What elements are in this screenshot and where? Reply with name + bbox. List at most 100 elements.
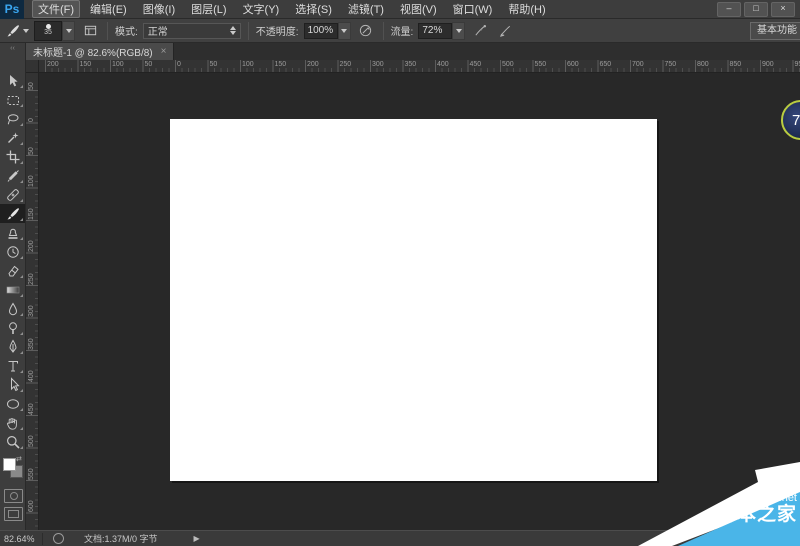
flow-dropdown-button[interactable] — [452, 22, 465, 40]
canvas[interactable] — [170, 119, 657, 481]
clone-stamp-tool-icon — [5, 225, 21, 241]
brush-panel-toggle-icon — [83, 23, 98, 38]
h-ruler-label: 100 — [112, 61, 124, 68]
hand-tool[interactable] — [0, 413, 25, 432]
blur-tool[interactable] — [0, 299, 25, 318]
h-ruler-label: 550 — [535, 61, 547, 68]
h-ruler-label: 650 — [600, 61, 612, 68]
pen-tool-icon — [5, 339, 21, 355]
move-tool[interactable] — [0, 71, 25, 90]
crop-tool[interactable] — [0, 147, 25, 166]
screen-mode-button[interactable] — [4, 507, 23, 521]
flow-field[interactable]: 72% — [418, 22, 465, 40]
opacity-field[interactable]: 100% — [304, 22, 351, 40]
brush-preset-dropdown-button[interactable] — [62, 21, 75, 41]
lasso-tool[interactable] — [0, 109, 25, 128]
opacity-value[interactable]: 100% — [304, 23, 338, 39]
marquee-tool-icon — [5, 92, 21, 108]
tools-panel-collapse-icon[interactable]: ‹‹ — [0, 43, 25, 55]
brush-panel-toggle-button[interactable] — [80, 22, 100, 40]
menu-item-5[interactable]: 选择(S) — [289, 0, 338, 18]
brush-pressure-button[interactable] — [495, 22, 515, 40]
updown-arrows-icon — [230, 26, 236, 35]
maximize-button[interactable]: □ — [744, 2, 768, 17]
pen-pressure-icon — [498, 23, 513, 38]
status-expand-icon[interactable]: ▶ — [194, 534, 200, 543]
marquee-tool[interactable] — [0, 90, 25, 109]
divider — [383, 22, 384, 40]
mode-label: 模式: — [115, 23, 138, 38]
minimize-button[interactable]: – — [717, 2, 741, 17]
h-ruler-label: 900 — [762, 61, 774, 68]
workspace-switcher-button[interactable]: 基本功能 — [750, 22, 800, 40]
airbrush-icon — [473, 23, 488, 38]
hand-tool-icon — [5, 415, 21, 431]
menu-item-4[interactable]: 文字(Y) — [237, 0, 286, 18]
ruler-corner[interactable] — [26, 60, 39, 73]
chevron-down-icon — [66, 29, 72, 33]
move-tool-icon — [5, 73, 21, 89]
vertical-ruler[interactable]: 1005005010015020025030035040045050055060… — [26, 73, 39, 530]
pen-tool[interactable] — [0, 337, 25, 356]
healing-brush-tool-icon — [5, 187, 21, 203]
h-ruler-label: 800 — [697, 61, 709, 68]
menu-item-7[interactable]: 视图(V) — [394, 0, 443, 18]
menu-item-1[interactable]: 编辑(E) — [84, 0, 133, 18]
menu-items: 文件(F)编辑(E)图像(I)图层(L) 文字(Y)选择(S)滤镜(T)视图(V)… — [30, 0, 554, 18]
path-selection-tool[interactable] — [0, 375, 25, 394]
blur-tool-icon — [5, 301, 21, 317]
menu-item-8[interactable]: 窗口(W) — [447, 0, 499, 18]
h-ruler-label: 0 — [177, 61, 181, 68]
opacity-dropdown-button[interactable] — [338, 22, 351, 40]
close-tab-icon[interactable]: × — [161, 46, 167, 57]
eyedropper-tool[interactable] — [0, 166, 25, 185]
quick-selection-tool[interactable] — [0, 128, 25, 147]
promo-badge-text: 7 — [792, 112, 800, 129]
active-tool-chip[interactable] — [5, 23, 29, 39]
menu-item-6[interactable]: 滤镜(T) — [342, 0, 390, 18]
menu-item-2[interactable]: 图像(I) — [137, 0, 181, 18]
brush-tip-preview: 35 — [34, 21, 62, 41]
clone-stamp-tool[interactable] — [0, 223, 25, 242]
menu-item-9[interactable]: 帮助(H) — [502, 0, 551, 18]
v-ruler-label: 350 — [28, 328, 35, 350]
zoom-level-field[interactable]: 82.64% — [4, 534, 38, 544]
eraser-tool[interactable] — [0, 261, 25, 280]
document-tab[interactable]: 未标题-1 @ 82.6%(RGB/8) × — [26, 43, 174, 60]
type-tool[interactable] — [0, 356, 25, 375]
path-selection-tool-icon — [5, 377, 21, 393]
tool-list — [0, 71, 25, 451]
window-controls: –□× — [717, 2, 800, 17]
close-button[interactable]: × — [771, 2, 795, 17]
status-circle-icon — [53, 533, 64, 544]
airbrush-button[interactable] — [470, 22, 490, 40]
zoom-tool[interactable] — [0, 432, 25, 451]
history-brush-tool-icon — [5, 244, 21, 260]
eyedropper-tool-icon — [5, 168, 21, 184]
quick-mask-button[interactable] — [4, 489, 23, 503]
v-ruler-label: 0 — [28, 100, 35, 122]
healing-brush-tool[interactable] — [0, 185, 25, 204]
ellipse-tool[interactable] — [0, 394, 25, 413]
foreground-color-swatch[interactable] — [3, 458, 16, 471]
opacity-pressure-button[interactable] — [356, 22, 376, 40]
v-ruler-label: 450 — [28, 393, 35, 415]
gradient-tool[interactable] — [0, 280, 25, 299]
dodge-tool-icon — [5, 320, 21, 336]
horizontal-ruler[interactable]: 2001501005005010015020025030035040045050… — [39, 60, 800, 73]
menu-item-0[interactable]: 文件(F) — [32, 0, 80, 18]
flow-value[interactable]: 72% — [418, 23, 452, 39]
swap-colors-icon[interactable]: ⇄ — [16, 455, 22, 463]
blend-mode-select[interactable]: 正常 — [143, 23, 241, 39]
menu-item-3[interactable]: 图层(L) — [185, 0, 232, 18]
ellipse-tool-icon — [5, 396, 21, 412]
document-size-info: 文档:1.37M/0 字节 — [84, 532, 158, 545]
v-ruler-label: 200 — [28, 230, 35, 252]
v-ruler-label: 100 — [28, 165, 35, 187]
dodge-tool[interactable] — [0, 318, 25, 337]
brush-preset-picker[interactable]: 35 — [34, 21, 75, 41]
v-ruler-label: 50 — [28, 133, 35, 155]
history-brush-tool[interactable] — [0, 242, 25, 261]
promo-badge[interactable]: 7 — [781, 100, 800, 140]
brush-tool[interactable] — [0, 204, 25, 223]
